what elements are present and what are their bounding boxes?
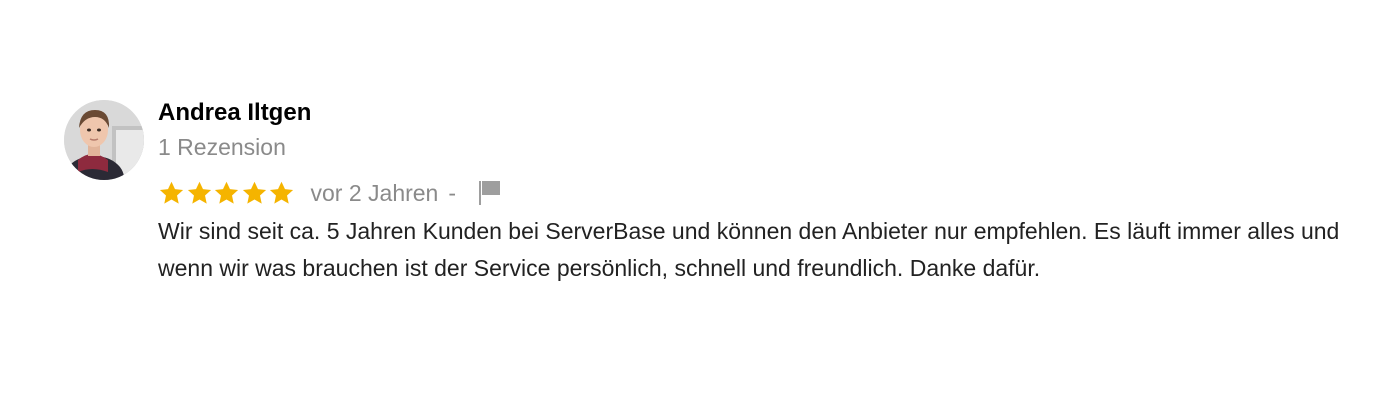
- star-icon: [214, 181, 239, 204]
- avatar-image: [64, 100, 144, 180]
- review-count[interactable]: 1 Rezension: [158, 132, 1368, 162]
- review-content: Andrea Iltgen 1 Rezension vor 2 Jahren -…: [158, 97, 1368, 287]
- flag-icon[interactable]: [478, 179, 502, 207]
- star-icon: [242, 181, 266, 204]
- review-time: vor 2 Jahren: [310, 180, 439, 206]
- star-icon: [269, 181, 294, 204]
- star-rating: [158, 180, 296, 207]
- star-icon: [187, 181, 211, 204]
- meta-separator: -: [448, 180, 457, 206]
- review-meta: vor 2 Jahren -: [158, 176, 1368, 210]
- star-icon: [159, 181, 184, 204]
- review-text: Wir sind seit ca. 5 Jahren Kunden bei Se…: [158, 218, 1340, 281]
- avatar[interactable]: [64, 100, 144, 180]
- author-name[interactable]: Andrea Iltgen: [158, 97, 1368, 129]
